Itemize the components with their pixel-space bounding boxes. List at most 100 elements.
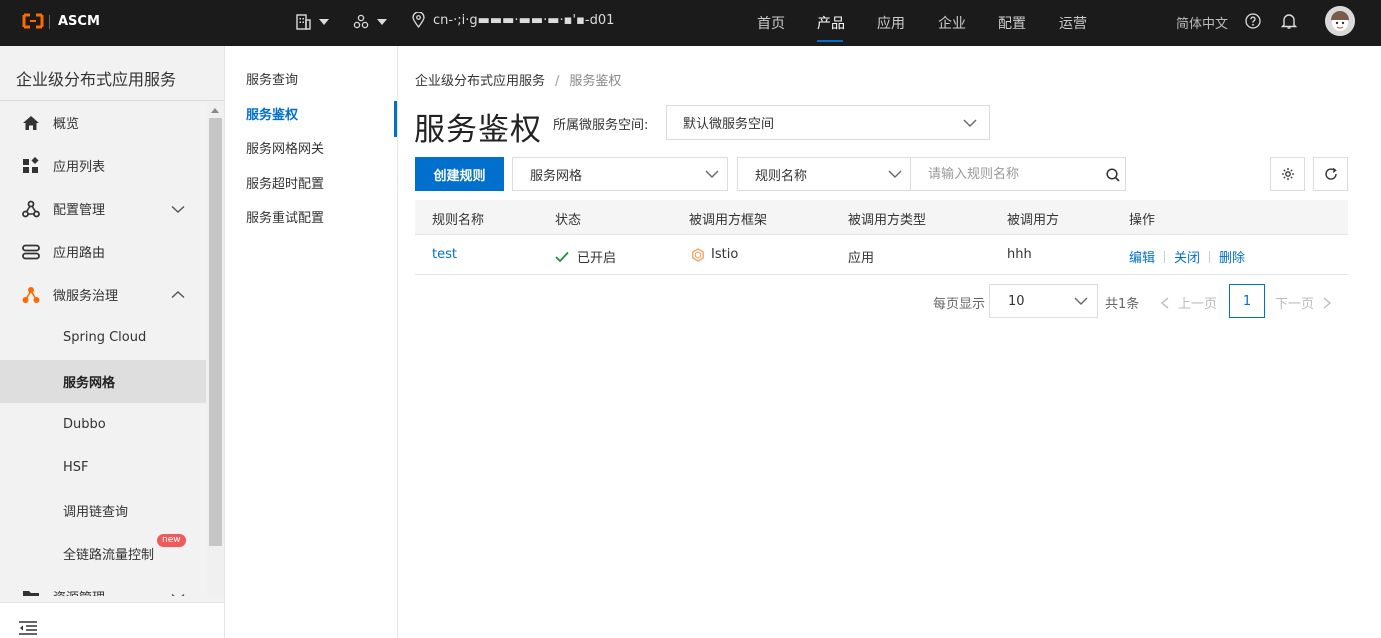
search-field-select[interactable]: 规则名称 — [737, 157, 911, 191]
folder-icon — [23, 590, 39, 596]
sidebar-item-label: Dubbo — [63, 417, 106, 432]
nav-home[interactable]: 首页 — [757, 13, 785, 33]
sidebar-item-label: 应用列表 — [53, 160, 106, 175]
chevron-down-icon — [963, 119, 977, 127]
status-text: 已开启 — [577, 251, 617, 266]
prev-page-button[interactable]: 上一页 — [1160, 293, 1217, 312]
logo-divider — [49, 15, 50, 29]
table-settings-button[interactable] — [1270, 157, 1305, 191]
menu-item-service-auth[interactable]: 服务鉴权 — [246, 104, 298, 123]
namespace-value: 默认微服务空间 — [683, 117, 775, 132]
rule-search-box — [910, 157, 1126, 191]
caret-down-icon — [377, 19, 387, 25]
action-divider — [1164, 250, 1166, 263]
edit-action[interactable]: 编辑 — [1129, 247, 1155, 266]
nav-configuration[interactable]: 配置 — [998, 13, 1026, 33]
gear-icon — [1282, 168, 1294, 180]
sidebar-item-app-routing[interactable]: 应用路由 — [0, 230, 206, 273]
resource-set-icon — [353, 14, 369, 29]
resource-set-selector[interactable] — [353, 12, 387, 32]
delete-action[interactable]: 删除 — [1219, 247, 1245, 266]
current-page-button[interactable]: 1 — [1229, 284, 1265, 318]
sidebar-item-label: 资源管理 — [53, 587, 105, 596]
mesh-type-select[interactable]: 服务网格 — [512, 157, 728, 191]
search-field-value: 规则名称 — [755, 168, 808, 184]
sidebar-item-microservice-governance[interactable]: 微服务治理 — [0, 273, 206, 316]
nav-products[interactable]: 产品 — [817, 13, 845, 33]
sidebar-item-config-management[interactable]: 配置管理 — [0, 187, 206, 230]
organization-selector[interactable] — [295, 12, 329, 32]
nav-operations[interactable]: 运营 — [1059, 13, 1087, 33]
action-divider — [1209, 250, 1211, 263]
column-header-rule-name: 规则名称 — [432, 213, 485, 228]
sidebar-scrollbar-thumb[interactable] — [209, 118, 222, 546]
menu-item-timeout-config[interactable]: 服务超时配置 — [246, 173, 324, 192]
create-rule-button[interactable]: 创建规则 — [415, 157, 504, 191]
active-menu-indicator — [394, 101, 397, 137]
sidebar-title: 企业级分布式应用服务 — [16, 70, 177, 89]
avatar[interactable] — [1325, 6, 1355, 36]
region-name: cn-·;i·g▬▬▬·▬▬·▬·▪'▪-d01 — [433, 12, 615, 28]
config-icon — [22, 200, 40, 217]
route-icon — [22, 244, 40, 259]
alibaba-cloud-logo-icon[interactable] — [22, 13, 44, 29]
actions-cell: 编辑 关闭 删除 — [1129, 247, 1245, 266]
column-header-framework: 被调用方框架 — [689, 213, 768, 228]
app-grid-icon — [23, 156, 39, 173]
namespace-label: 所属微服务空间: — [553, 118, 649, 133]
chevron-up-icon — [171, 290, 185, 298]
column-header-actions: 操作 — [1129, 213, 1156, 228]
collapse-menu-icon[interactable] — [19, 621, 37, 635]
mesh-type-value: 服务网格 — [530, 168, 583, 184]
check-icon — [555, 251, 569, 262]
bell-icon[interactable] — [1281, 12, 1297, 30]
scroll-up-arrow-icon[interactable] — [211, 108, 219, 113]
chevron-down-icon — [705, 170, 719, 178]
framework-text: Istio — [711, 247, 739, 262]
sidebar-item-resource-management[interactable]: 资源管理 — [0, 575, 206, 596]
table-row: test 已开启 Istio 应用 hhh 编辑 关闭 删除 — [415, 235, 1348, 275]
chevron-down-icon — [1074, 297, 1088, 305]
sidebar-item-overview[interactable]: 概览 — [0, 101, 206, 144]
language-switcher[interactable]: 简体中文 — [1176, 13, 1228, 32]
breadcrumb-separator: / — [555, 74, 560, 89]
sidebar-item-label: HSF — [63, 460, 89, 475]
sidebar-item-label: 微服务治理 — [53, 289, 119, 304]
sidebar-item-full-link-traffic[interactable]: 全链路流量控制 new — [0, 532, 206, 575]
sidebar-item-label: 调用链查询 — [63, 505, 129, 520]
sidebar-item-dubbo[interactable]: Dubbo — [0, 403, 206, 446]
rule-name-link[interactable]: test — [432, 247, 457, 262]
user-avatar-icon — [1325, 6, 1355, 36]
callee-type-cell: 应用 — [848, 251, 875, 266]
table-header: 规则名称 状态 被调用方框架 被调用方类型 被调用方 操作 — [415, 200, 1348, 235]
sidebar-item-hsf[interactable]: HSF — [0, 446, 206, 489]
nav-enterprise[interactable]: 企业 — [938, 13, 966, 33]
sidebar-item-service-mesh[interactable]: 服务网格 — [0, 360, 206, 403]
sidebar-item-app-list[interactable]: 应用列表 — [0, 144, 206, 187]
namespace-select[interactable]: 默认微服务空间 — [666, 105, 990, 140]
sidebar-item-label: Spring Cloud — [63, 330, 147, 345]
search-icon[interactable] — [1106, 168, 1120, 182]
sidebar-item-label: 服务网格 — [63, 376, 116, 391]
brand-name[interactable]: ASCM — [58, 14, 100, 29]
sidebar-item-trace-query[interactable]: 调用链查询 — [0, 489, 206, 532]
menu-item-retry-config[interactable]: 服务重试配置 — [246, 207, 324, 226]
refresh-button[interactable] — [1313, 157, 1348, 191]
help-icon[interactable] — [1245, 13, 1261, 29]
sidebar-item-spring-cloud[interactable]: Spring Cloud — [0, 316, 206, 359]
breadcrumb-item[interactable]: 企业级分布式应用服务 — [415, 74, 545, 89]
menu-item-service-query[interactable]: 服务查询 — [246, 69, 298, 88]
caret-down-icon — [319, 19, 329, 25]
breadcrumb: 企业级分布式应用服务 / 服务鉴权 — [415, 70, 621, 89]
istio-icon — [692, 247, 704, 262]
next-page-button[interactable]: 下一页 — [1275, 293, 1332, 312]
sidebar-item-label: 全链路流量控制 — [63, 548, 155, 563]
page-size-select[interactable]: 10 — [989, 284, 1098, 318]
total-count: 共1条 — [1105, 297, 1140, 312]
rule-search-input[interactable] — [911, 158, 1096, 190]
microservice-icon — [22, 286, 40, 303]
nav-applications[interactable]: 应用 — [877, 13, 905, 33]
disable-action[interactable]: 关闭 — [1174, 247, 1200, 266]
region-selector[interactable]: cn-·;i·g▬▬▬·▬▬·▬·▪'▪-d01 — [412, 12, 614, 28]
menu-item-mesh-gateway[interactable]: 服务网格网关 — [246, 138, 324, 157]
